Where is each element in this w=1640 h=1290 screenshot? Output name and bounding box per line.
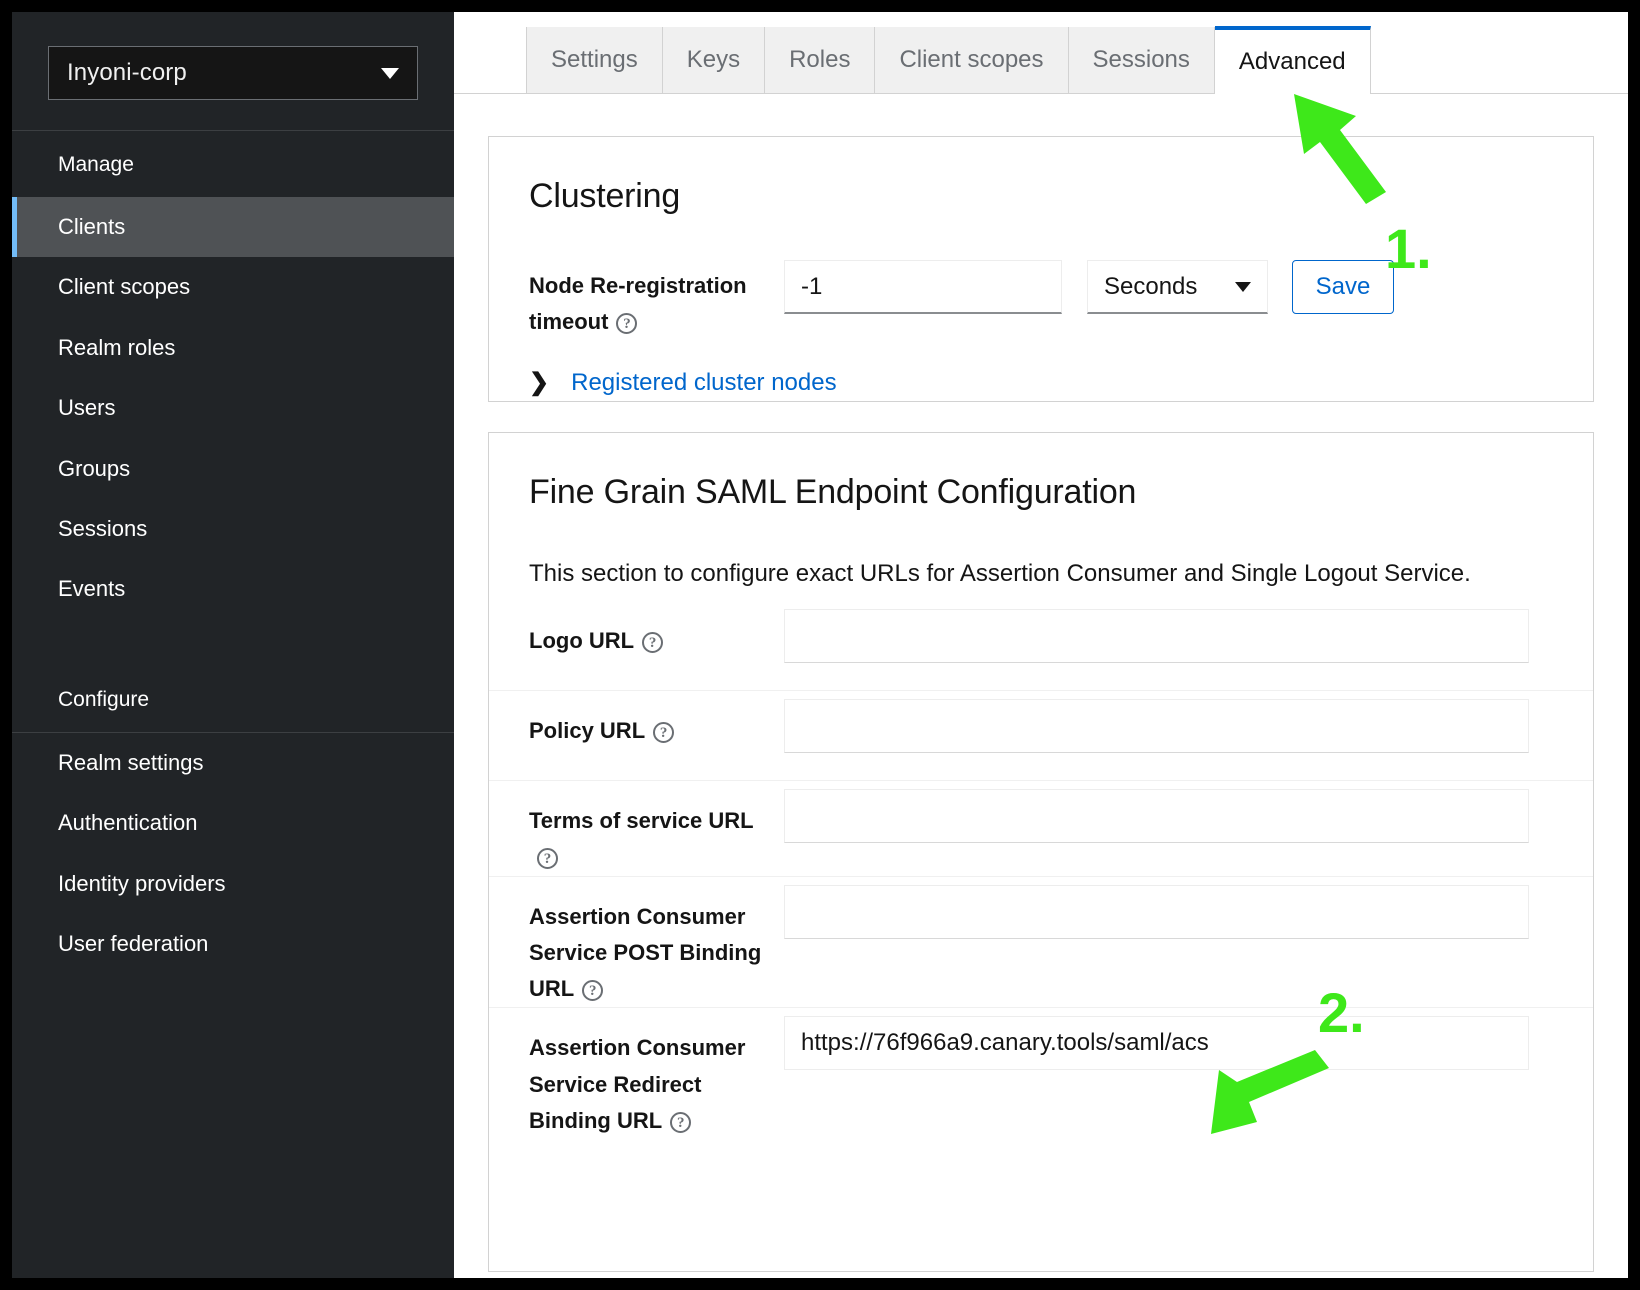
- chevron-down-icon: [1235, 281, 1251, 292]
- saml-section-description: This section to configure exact URLs for…: [529, 560, 1471, 587]
- sidebar-item-label: Users: [58, 395, 116, 421]
- tab-client-scopes[interactable]: Client scopes: [875, 27, 1069, 93]
- policy-url-label-text: Policy URL: [529, 718, 646, 743]
- screenshot-root: Inyoni-corp Manage Clients Client scopes…: [0, 0, 1640, 1290]
- main-content: Settings Keys Roles Client scopes Sessio…: [454, 12, 1628, 1278]
- sidebar-item-label: Realm roles: [58, 334, 176, 360]
- tab-roles[interactable]: Roles: [765, 27, 876, 93]
- sidebar-item-sessions[interactable]: Sessions: [12, 499, 454, 559]
- saml-field-row-logo-url: Logo URL?: [489, 601, 1593, 691]
- saml-field-list: Logo URL? Policy URL? Terms of service U…: [489, 601, 1593, 1139]
- sidebar-item-events[interactable]: Events: [12, 559, 454, 619]
- saml-field-row-terms-of-service-url: Terms of service URL?: [489, 781, 1593, 877]
- acs-redirect-binding-url-input[interactable]: [784, 1016, 1529, 1071]
- help-icon[interactable]: ?: [616, 313, 638, 335]
- sidebar-item-groups[interactable]: Groups: [12, 439, 454, 499]
- help-icon[interactable]: ?: [653, 722, 675, 743]
- tab-advanced[interactable]: Advanced: [1214, 26, 1371, 94]
- node-reregistration-timeout-input[interactable]: [784, 260, 1062, 314]
- tab-label: Sessions: [1092, 46, 1190, 73]
- sidebar-section-manage: Manage Clients Client scopes Realm roles…: [12, 131, 454, 620]
- sidebar-item-label: Events: [58, 576, 126, 602]
- tab-label: Keys: [686, 46, 741, 73]
- timeout-unit-value: Seconds: [1104, 272, 1198, 300]
- node-reregistration-label-text: Node Re-registration timeout: [529, 273, 747, 335]
- sidebar-item-users[interactable]: Users: [12, 378, 454, 438]
- sidebar-item-label: Authentication: [58, 810, 198, 836]
- sidebar-item-label: Realm settings: [58, 749, 204, 775]
- acs-post-binding-url-label-text: Assertion Consumer Service POST Binding …: [529, 903, 762, 1002]
- sidebar: Inyoni-corp Manage Clients Client scopes…: [12, 12, 454, 1278]
- sidebar-item-realm-settings[interactable]: Realm settings: [12, 733, 454, 793]
- chevron-right-icon: ❯: [529, 368, 550, 396]
- policy-url-input[interactable]: [784, 699, 1529, 753]
- policy-url-label: Policy URL?: [529, 691, 784, 749]
- sidebar-item-label: Groups: [58, 455, 131, 481]
- save-button[interactable]: Save: [1292, 260, 1394, 314]
- tab-label: Advanced: [1238, 48, 1346, 75]
- tab-label: Client scopes: [899, 46, 1044, 73]
- sidebar-item-realm-roles[interactable]: Realm roles: [12, 318, 454, 378]
- tab-label: Roles: [789, 46, 851, 73]
- realm-selector[interactable]: Inyoni-corp: [48, 46, 418, 100]
- fine-grain-saml-card: Fine Grain SAML Endpoint Configuration T…: [488, 432, 1594, 1272]
- tab-settings[interactable]: Settings: [526, 27, 663, 93]
- help-icon[interactable]: ?: [670, 1112, 692, 1134]
- logo-url-label-text: Logo URL: [529, 628, 635, 653]
- sidebar-item-authentication[interactable]: Authentication: [12, 793, 454, 853]
- sidebar-item-client-scopes[interactable]: Client scopes: [12, 257, 454, 317]
- acs-post-binding-url-label: Assertion Consumer Service POST Binding …: [529, 877, 784, 1008]
- tab-label: Settings: [551, 46, 638, 73]
- sidebar-item-label: Sessions: [58, 515, 148, 541]
- help-icon[interactable]: ?: [537, 848, 558, 870]
- sidebar-item-label: User federation: [58, 930, 209, 956]
- tab-bar: Settings Keys Roles Client scopes Sessio…: [454, 12, 1628, 94]
- sidebar-item-user-federation[interactable]: User federation: [12, 914, 454, 974]
- sidebar-item-label: Client scopes: [58, 274, 191, 300]
- sidebar-item-label: Identity providers: [58, 870, 226, 896]
- clustering-title: Clustering: [529, 177, 681, 215]
- annotation-label-2: 2.: [1318, 981, 1365, 1044]
- sidebar-item-clients[interactable]: Clients: [12, 197, 454, 258]
- timeout-unit-select[interactable]: Seconds: [1087, 260, 1268, 314]
- sidebar-section-configure: Configure Realm settings Authentication …: [12, 666, 454, 975]
- saml-field-row-policy-url: Policy URL?: [489, 691, 1593, 781]
- sidebar-section-title-configure: Configure: [58, 687, 150, 711]
- registered-cluster-nodes-toggle[interactable]: ❯ Registered cluster nodes: [489, 341, 1593, 397]
- acs-post-binding-url-input[interactable]: [784, 884, 1529, 939]
- terms-of-service-url-input[interactable]: [784, 789, 1529, 843]
- terms-of-service-url-label: Terms of service URL?: [529, 781, 784, 876]
- logo-url-input[interactable]: [784, 609, 1529, 663]
- annotation-label-1: 1.: [1385, 217, 1432, 280]
- sidebar-item-identity-providers[interactable]: Identity providers: [12, 854, 454, 914]
- saml-field-row-acs-redirect-binding-url: Assertion Consumer Service Redirect Bind…: [489, 1008, 1593, 1139]
- help-icon[interactable]: ?: [642, 632, 664, 653]
- logo-url-label: Logo URL?: [529, 601, 784, 659]
- realm-selector-value: Inyoni-corp: [67, 59, 187, 86]
- acs-redirect-binding-url-label-text: Assertion Consumer Service Redirect Bind…: [529, 1035, 746, 1134]
- registered-cluster-nodes-link[interactable]: Registered cluster nodes: [571, 369, 836, 397]
- saml-field-row-acs-post-binding-url: Assertion Consumer Service POST Binding …: [489, 877, 1593, 1009]
- help-icon[interactable]: ?: [582, 980, 604, 1002]
- realm-selector-wrap: Inyoni-corp: [12, 12, 454, 130]
- sidebar-section-title-manage: Manage: [58, 153, 134, 176]
- sidebar-item-label: Clients: [58, 214, 126, 239]
- chevron-down-icon: [381, 67, 399, 79]
- tab-sessions[interactable]: Sessions: [1068, 27, 1215, 93]
- tab-keys[interactable]: Keys: [662, 27, 766, 93]
- saml-section-title: Fine Grain SAML Endpoint Configuration: [529, 473, 1137, 511]
- node-reregistration-label: Node Re-registration timeout?: [529, 260, 784, 341]
- acs-redirect-binding-url-label: Assertion Consumer Service Redirect Bind…: [529, 1008, 784, 1139]
- terms-of-service-url-label-text: Terms of service URL: [529, 808, 754, 833]
